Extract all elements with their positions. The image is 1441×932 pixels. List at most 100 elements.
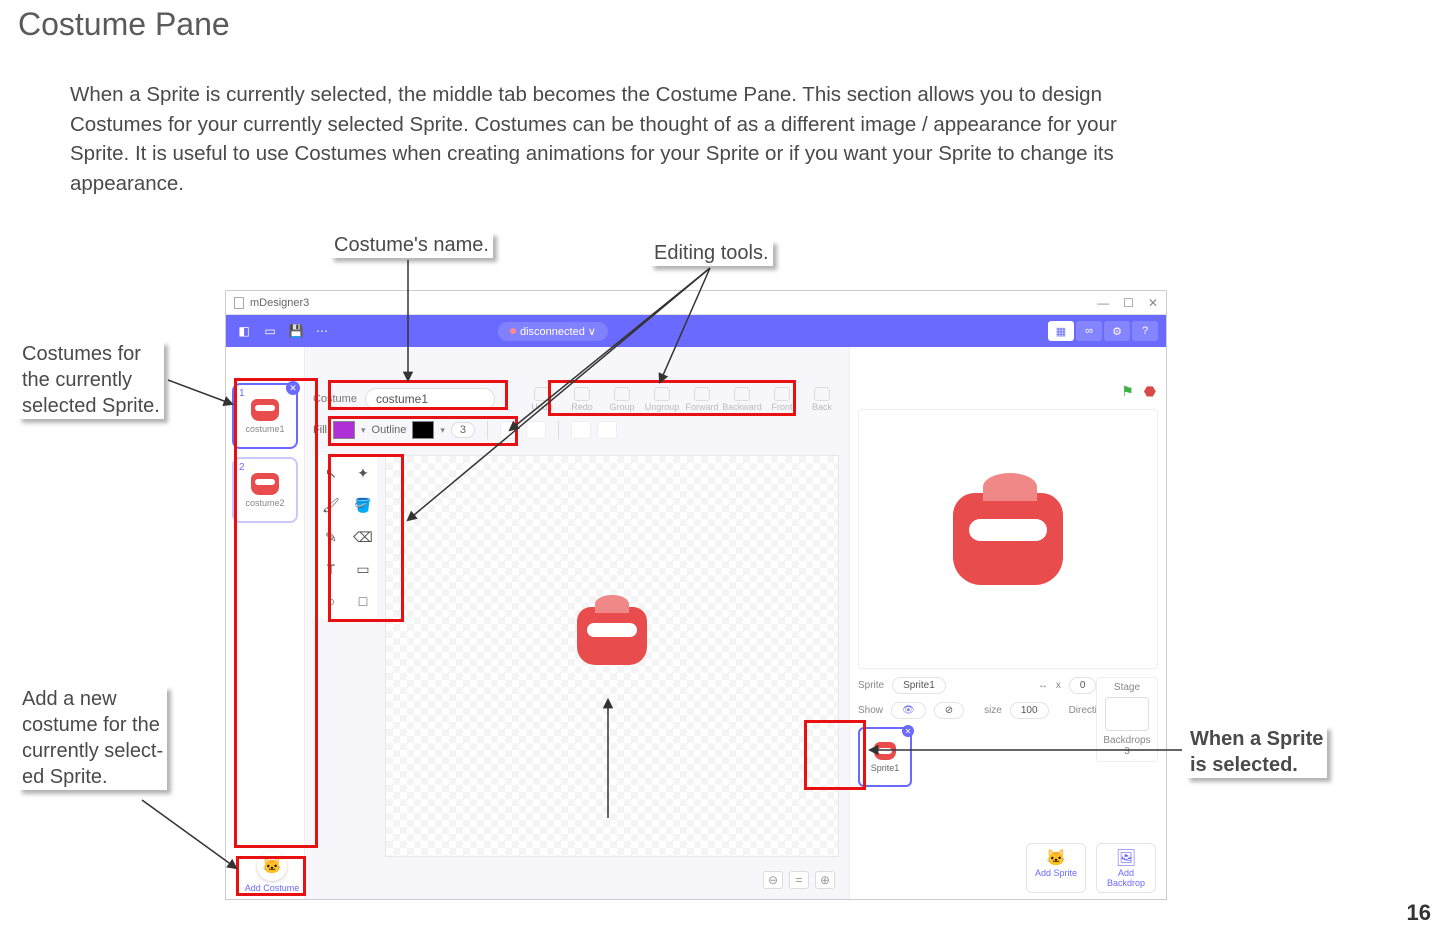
- tool-redo[interactable]: Redo: [563, 387, 601, 412]
- drawing-tools: ↖ ✦ 🖌 🪣 ✎ ⌫ T ▭ ○ □: [313, 455, 377, 619]
- toolbar-new-icon[interactable]: ◧: [234, 321, 254, 341]
- view-grid-button[interactable]: ▦: [1048, 321, 1074, 341]
- tool-reshape[interactable]: ✦: [349, 459, 377, 487]
- stage-panel: ⚑ ⬣ Sprite Sprite1 ↔ x 0 ↕ y 0 Show: [849, 347, 1166, 899]
- show-visible[interactable]: 👁: [891, 702, 926, 719]
- sprite-label: Sprite: [858, 680, 884, 691]
- costume-name-input[interactable]: [365, 388, 495, 410]
- size-label: size: [984, 705, 1002, 716]
- page-title: Costume Pane: [18, 6, 230, 43]
- connection-status[interactable]: disconnected ∨: [498, 322, 608, 341]
- zoom-reset[interactable]: =: [789, 871, 809, 889]
- mini-tool-2[interactable]: [526, 421, 546, 439]
- help-button[interactable]: ?: [1132, 321, 1158, 341]
- backdrops-count: 3: [1124, 746, 1130, 757]
- outline-label: Outline: [372, 424, 407, 436]
- callout-sprite-selected: When a Sprite is selected.: [1186, 726, 1327, 778]
- costume-list: 1 ✕ costume1 2 costume2 🐱 Add Costume: [226, 347, 305, 899]
- tool-undo[interactable]: Undo: [523, 387, 561, 412]
- callout-costume-name: Costume's name.: [330, 232, 493, 258]
- delete-costume-icon[interactable]: ✕: [286, 381, 300, 395]
- toolbar-open-icon[interactable]: ▭: [260, 321, 280, 341]
- costume-field-label: Costume: [313, 393, 357, 405]
- tool-erase[interactable]: ⌫: [349, 523, 377, 551]
- outline-swatch[interactable]: [412, 421, 434, 439]
- x-label: x: [1056, 680, 1061, 691]
- costume-preview-icon: [251, 399, 279, 421]
- delete-sprite-icon[interactable]: ✕: [902, 725, 914, 737]
- costume-number: 2: [239, 462, 245, 473]
- show-label: Show: [858, 705, 883, 716]
- size-field[interactable]: 100: [1010, 702, 1049, 719]
- tool-group[interactable]: Group: [603, 387, 641, 412]
- fill-swatch[interactable]: [333, 421, 355, 439]
- sprite-thumb-icon: [874, 742, 896, 760]
- settings-button[interactable]: ⚙: [1104, 321, 1130, 341]
- maximize-button[interactable]: ☐: [1123, 296, 1134, 310]
- tool-brush[interactable]: 🖌: [317, 491, 345, 519]
- tool-circle[interactable]: ○: [317, 587, 345, 615]
- tool-backward[interactable]: Backward: [723, 387, 761, 412]
- costume-artwork: [577, 607, 647, 665]
- costume-editor: Costume Undo Redo Group Ungroup Forward …: [305, 347, 849, 899]
- page-number: 16: [1407, 900, 1431, 926]
- mini-tool-4[interactable]: [597, 421, 617, 439]
- callout-add-costume: Add a new costume for the currently sele…: [18, 686, 167, 790]
- add-costume-label: Add Costume: [238, 883, 306, 893]
- zoom-out[interactable]: ⊖: [763, 871, 783, 889]
- costume-name-label: costume1: [245, 424, 284, 434]
- zoom-controls: ⊖ = ⊕: [763, 871, 835, 889]
- close-button[interactable]: ✕: [1148, 296, 1158, 310]
- tool-line[interactable]: ▭: [349, 555, 377, 583]
- x-field[interactable]: 0: [1069, 677, 1097, 694]
- tool-forward[interactable]: Forward: [683, 387, 721, 412]
- backdrops-label: Backdrops: [1103, 735, 1150, 746]
- tool-front[interactable]: Front: [763, 387, 801, 412]
- intro-paragraph: When a Sprite is currently selected, the…: [70, 80, 1120, 199]
- add-costume-button[interactable]: 🐱 Add Costume: [238, 851, 306, 893]
- top-tool-row: Undo Redo Group Ungroup Forward Backward…: [523, 387, 841, 412]
- view-loop-button[interactable]: ∞: [1076, 321, 1102, 341]
- costume-number: 1: [239, 388, 245, 399]
- tool-fill[interactable]: 🪣: [349, 491, 377, 519]
- green-flag-icon[interactable]: ⚑: [1121, 383, 1134, 405]
- tool-rect[interactable]: □: [349, 587, 377, 615]
- costume-name-label: costume2: [245, 498, 284, 508]
- sprite-name-field[interactable]: Sprite1: [892, 677, 946, 694]
- titlebar: mDesigner3 — ☐ ✕: [226, 291, 1166, 315]
- costume-thumb-2[interactable]: 2 costume2: [232, 457, 298, 523]
- stage-view: [858, 409, 1158, 669]
- sprite-card[interactable]: ✕ Sprite1: [858, 727, 912, 787]
- canvas[interactable]: [385, 455, 839, 857]
- callout-editing-tools: Editing tools.: [650, 240, 773, 266]
- callout-costume-list: Costumes for the currently selected Spri…: [18, 341, 164, 419]
- document-icon: [234, 297, 244, 309]
- outline-width[interactable]: 3: [451, 422, 475, 438]
- main-toolbar: ◧ ▭ 💾 ⋯ disconnected ∨ ▦ ∞ ⚙ ?: [226, 315, 1166, 347]
- zoom-in[interactable]: ⊕: [815, 871, 835, 889]
- add-backdrop-button[interactable]: 🖼Add Backdrop: [1096, 843, 1156, 893]
- sprite-card-label: Sprite1: [871, 763, 900, 773]
- stage-sprite-preview: [953, 493, 1063, 585]
- toolbar-save-icon[interactable]: 💾: [286, 321, 306, 341]
- tool-text[interactable]: T: [317, 555, 345, 583]
- minimize-button[interactable]: —: [1097, 296, 1109, 310]
- mini-tool-1[interactable]: [500, 421, 520, 439]
- backdrop-thumb[interactable]: [1105, 697, 1149, 731]
- tool-select[interactable]: ↖: [317, 459, 345, 487]
- costume-preview-icon: [251, 473, 279, 495]
- add-sprite-button[interactable]: 🐱Add Sprite: [1026, 843, 1086, 893]
- mini-tool-3[interactable]: [571, 421, 591, 439]
- stage-label: Stage: [1114, 682, 1140, 693]
- stop-icon[interactable]: ⬣: [1144, 383, 1156, 405]
- tool-back[interactable]: Back: [803, 387, 841, 412]
- toolbar-more-icon[interactable]: ⋯: [312, 321, 332, 341]
- tool-pencil[interactable]: ✎: [317, 523, 345, 551]
- show-hidden[interactable]: ⊘: [934, 702, 964, 719]
- costume-thumb-1[interactable]: 1 ✕ costume1: [232, 383, 298, 449]
- stage-box: Stage Backdrops 3: [1096, 677, 1158, 762]
- tool-ungroup[interactable]: Ungroup: [643, 387, 681, 412]
- app-window: mDesigner3 — ☐ ✕ ◧ ▭ 💾 ⋯ disconnected ∨ …: [225, 290, 1167, 900]
- window-title: mDesigner3: [250, 297, 309, 309]
- fill-label: Fill: [313, 424, 327, 436]
